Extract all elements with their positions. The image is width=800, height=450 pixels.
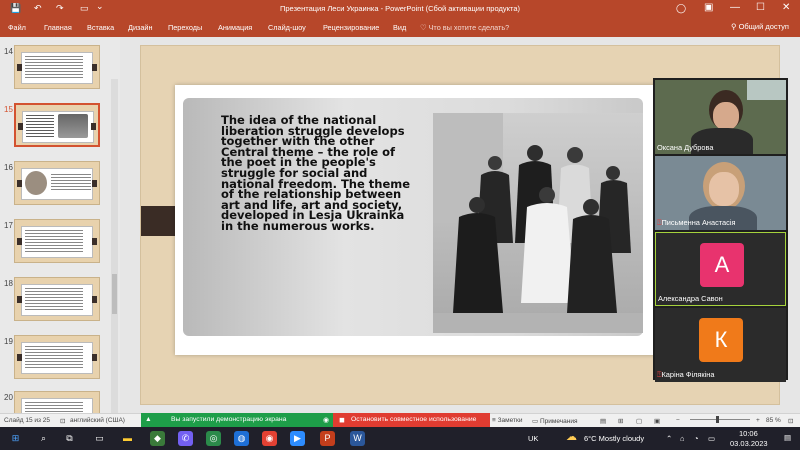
slide-counter: Слайд 15 из 25 (4, 417, 51, 424)
firefox-icon[interactable]: ◍ (234, 431, 249, 446)
task-view-icon[interactable]: ⧉ (62, 431, 77, 446)
notes-button[interactable]: ≡ Заметки (492, 417, 522, 424)
slide-decoration (141, 206, 175, 236)
tab-home[interactable]: Главная (44, 23, 72, 32)
zoom-in-icon[interactable]: + (756, 417, 760, 424)
slideshow-view-icon[interactable]: ▣ (654, 417, 660, 425)
edge-icon[interactable]: ◎ (206, 431, 221, 446)
participant-name: ⍰Каріна Філякіна (657, 370, 715, 379)
weather-icon: ☁ (566, 431, 577, 443)
file-explorer-icon[interactable]: ▬ (120, 431, 135, 446)
input-language[interactable]: UK (528, 434, 538, 443)
participant-avatar: К (699, 318, 743, 362)
share-label: Общий доступ (738, 22, 789, 31)
slide-number: 14 (4, 47, 13, 56)
slide-number: 17 (4, 221, 13, 230)
slide-thumbnail-pane: 14 15 16 17 18 19 20 (0, 37, 120, 445)
tab-view[interactable]: Вид (393, 23, 406, 32)
tab-transitions[interactable]: Переходы (168, 23, 202, 32)
participant-tile-active[interactable]: А Александра Савон (655, 232, 786, 306)
slide-thumbnail-selected[interactable]: 15 (0, 103, 110, 149)
windows-taskbar: ⊞ ⌕ ⧉ ▭ ▬ ◆ ✆ ◎ ◍ ◉ ▶ P W UK ☁ 6°C Mostl… (0, 427, 800, 450)
slide-gray-panel: The idea of the national liberation stru… (183, 98, 643, 336)
slide-content-frame: The idea of the national liberation stru… (175, 85, 660, 355)
word-icon[interactable]: W (350, 431, 365, 446)
participant-name: ⍰Письменна Анастасія (657, 218, 736, 227)
participant-tile[interactable]: Оксана Дуброва (655, 80, 786, 154)
slide-thumbnail[interactable]: 16 (0, 161, 110, 207)
normal-view-icon[interactable]: ▤ (600, 417, 606, 425)
tell-me-search[interactable]: ♡ Что вы хотите сделать? (420, 23, 509, 32)
comments-button[interactable]: ▭ Примечания (532, 417, 577, 425)
shield-icon: ◉ (323, 417, 329, 424)
person-icon: ⚲ (731, 22, 739, 31)
slide-number: 15 (4, 105, 13, 114)
stop-icon: ◼ (339, 417, 345, 424)
participant-avatar: А (700, 243, 744, 287)
minimize-icon[interactable]: — (730, 2, 740, 13)
notifications-icon[interactable]: ▤ (784, 433, 791, 442)
tab-file[interactable]: Файл (8, 23, 26, 32)
share-status-text: Вы запустили демонстрацию экрана (171, 416, 287, 423)
network-icon[interactable]: ⌂ (680, 434, 685, 443)
slide-thumbnail[interactable]: 19 (0, 335, 110, 381)
app-icon[interactable]: ◆ (150, 431, 165, 446)
tab-design[interactable]: Дизайн (128, 23, 153, 32)
battery-icon[interactable]: ▭ (708, 434, 715, 443)
slide-thumbnail[interactable]: 18 (0, 277, 110, 323)
sorter-view-icon[interactable]: ⊞ (618, 417, 623, 425)
ribbon-options-icon[interactable]: ▣ (704, 2, 713, 13)
powerpoint-icon[interactable]: P (320, 431, 335, 446)
slide-number: 19 (4, 337, 13, 346)
participant-name: Оксана Дуброва (657, 143, 714, 152)
spellcheck-icon[interactable]: ⊡ (60, 417, 65, 425)
search-icon[interactable]: ⌕ (36, 431, 51, 446)
tab-insert[interactable]: Вставка (87, 23, 114, 32)
slide-thumbnail[interactable]: 17 (0, 219, 110, 265)
zoom-slider-handle[interactable] (716, 416, 719, 423)
weather-text[interactable]: 6°C Mostly cloudy (584, 434, 644, 443)
tab-animations[interactable]: Анимация (218, 23, 252, 32)
slide-number: 18 (4, 279, 13, 288)
stop-sharing-button[interactable]: ◼ Остановить совместное использование (333, 413, 490, 427)
zoom-icon[interactable]: ▶ (290, 431, 305, 446)
stop-sharing-label: Остановить совместное использование (351, 416, 477, 423)
fit-slide-icon[interactable]: ⊡ (788, 417, 793, 425)
language-indicator[interactable]: английский (США) (70, 417, 125, 424)
close-icon[interactable]: ✕ (782, 2, 790, 13)
start-icon[interactable]: ⊞ (8, 431, 23, 446)
explorer-icon[interactable]: ▭ (92, 431, 107, 446)
clock-time[interactable]: 10:06 (739, 429, 758, 438)
thumbnail-scrollbar[interactable] (111, 79, 118, 445)
volume-icon[interactable]: ◔ (694, 434, 699, 443)
share-status-icon: ▲ (145, 416, 152, 423)
participant-name: Александра Савон (658, 294, 723, 303)
slide-thumbnail[interactable]: 14 (0, 45, 110, 91)
slide-thumbnail[interactable]: 20 (0, 391, 110, 413)
zoom-level[interactable]: 85 % (766, 417, 781, 424)
participant-tile[interactable]: ⍰Письменна Анастасія (655, 156, 786, 230)
historical-group-photo[interactable] (433, 113, 643, 333)
viber-icon[interactable]: ✆ (178, 431, 193, 446)
slide-number: 16 (4, 163, 13, 172)
screen-share-banner: ▲ Вы запустили демонстрацию экрана ◉ (141, 413, 333, 427)
tab-review[interactable]: Рецензирование (323, 23, 379, 32)
ribbon-tabs: Файл Главная Вставка Дизайн Переходы Ани… (0, 18, 800, 37)
slide-number: 20 (4, 393, 13, 402)
tab-slideshow[interactable]: Слайд-шоу (268, 23, 306, 32)
slide-body-text[interactable]: The idea of the national liberation stru… (221, 114, 416, 231)
clock-date[interactable]: 03.03.2023 (730, 439, 768, 448)
reading-view-icon[interactable]: ▢ (636, 417, 642, 425)
maximize-icon[interactable]: ☐ (756, 2, 765, 13)
participant-tile[interactable]: К ⍰Каріна Філякіна (655, 308, 786, 382)
chrome-icon[interactable]: ◉ (262, 431, 277, 446)
user-icon[interactable]: ◯ (676, 3, 686, 14)
share-button[interactable]: ⚲ Общий доступ (731, 22, 789, 31)
video-call-panel: Оксана Дуброва ⍰Письменна Анастасія А Ал… (653, 78, 788, 382)
title-bar: 💾 ↶ ↷ ▭ ⌄ Презентация Леси Украинка - Po… (0, 0, 800, 18)
zoom-out-icon[interactable]: − (676, 417, 680, 424)
zoom-slider[interactable] (690, 419, 750, 420)
tray-chevron-icon[interactable]: ⌃ (666, 434, 672, 443)
